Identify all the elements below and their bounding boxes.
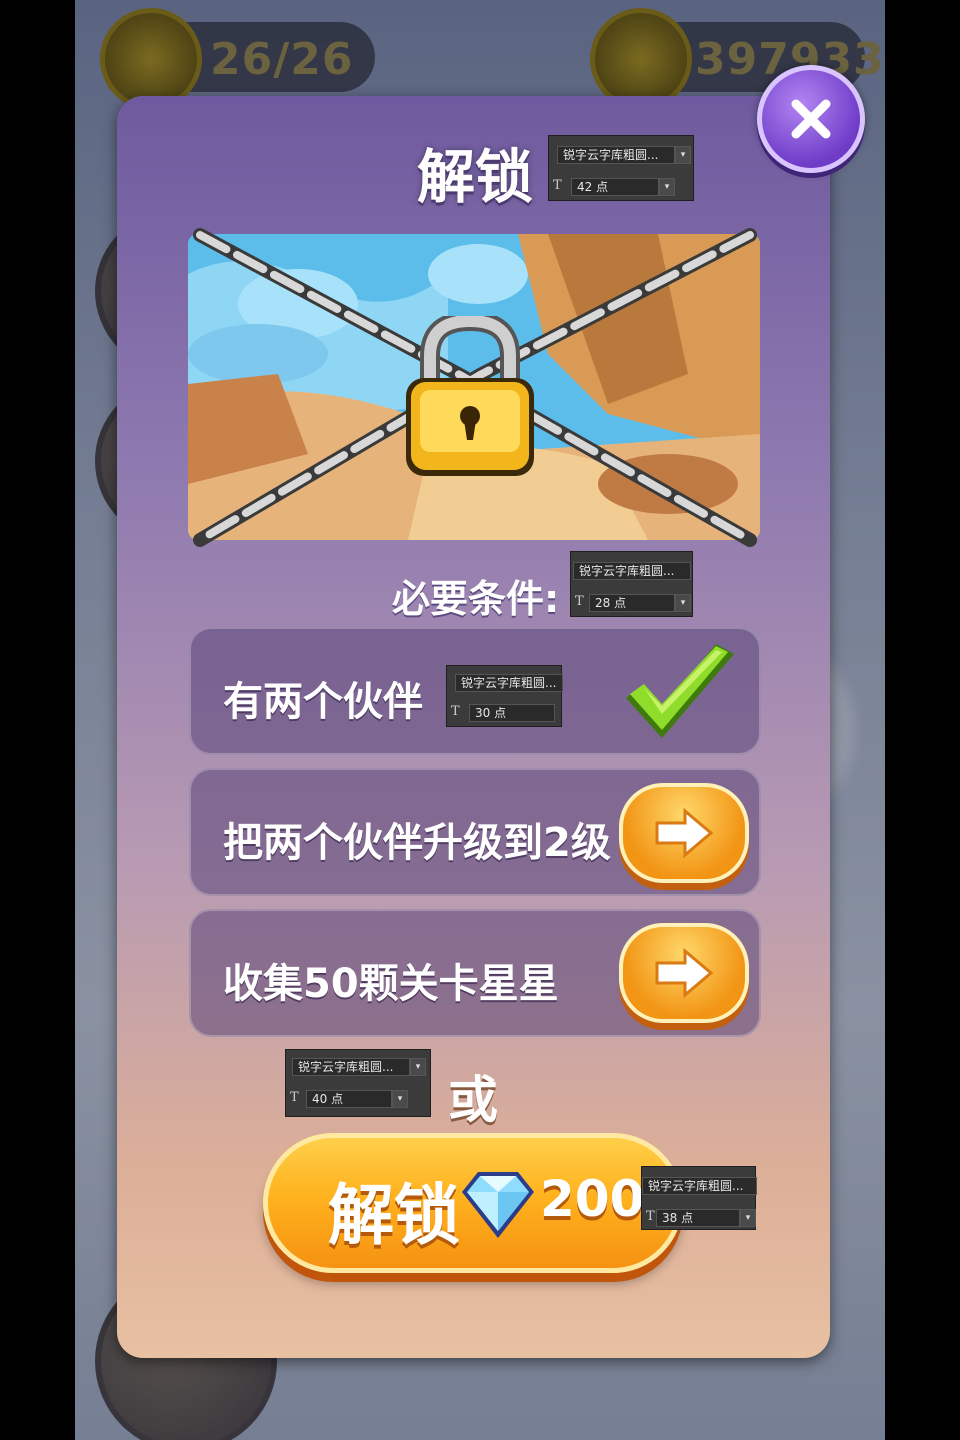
font-size-field[interactable]: 38 点 [656,1209,740,1227]
condition-text: 把两个伙伴升级到2级 [223,820,611,866]
gem-price: 200 [540,1170,645,1228]
font-family-field[interactable]: 锐字云字库粗圆... [455,674,563,692]
chevron-down-icon[interactable]: ▾ [675,146,691,164]
font-size-field[interactable]: 42 点 [571,178,659,196]
close-button[interactable] [757,65,865,173]
requirements-label: 必要条件: [392,577,560,621]
close-icon [791,99,831,139]
font-family-field[interactable]: 锐字云字库粗圆... [292,1058,410,1076]
font-size-icon: T [553,178,562,193]
gem-icon [590,8,692,110]
font-size-field[interactable]: 28 点 [589,594,675,612]
font-size-icon: T [646,1209,655,1224]
font-size-field[interactable]: 40 点 [306,1090,392,1108]
go-button[interactable] [619,783,749,883]
arrow-right-icon [655,947,714,999]
chevron-down-icon[interactable]: ▾ [675,594,691,612]
font-size-icon: T [575,594,584,609]
font-tool-panel: 锐字云字库粗圆... T 38 点 ▾ [641,1166,757,1230]
unlock-with-gems-button[interactable]: 解锁 200 [263,1133,683,1273]
font-family-field[interactable]: 锐字云字库粗圆... [642,1177,757,1195]
font-size-icon: T [290,1090,299,1105]
energy-count: 26/26 [210,34,354,85]
lightning-icon [100,8,202,110]
font-size-field[interactable]: 30 点 [469,704,555,722]
unlock-button-label: 解锁 [328,1177,460,1254]
or-label: 或 [448,1071,498,1129]
font-tool-panel: 锐字云字库粗圆... T 28 点 ▾ [570,551,693,617]
font-tool-panel: 锐字云字库粗圆... T 30 点 [446,665,563,727]
padlock-icon [406,316,534,476]
font-family-field[interactable]: 锐字云字库粗圆... [557,146,675,164]
chevron-down-icon[interactable]: ▾ [392,1090,408,1108]
font-tool-panel: 锐字云字库粗圆... ▾ T 40 点 ▾ [285,1049,431,1117]
chevron-down-icon[interactable]: ▾ [659,178,675,196]
arrow-right-icon [655,807,714,859]
font-size-icon: T [451,704,460,719]
condition-text: 收集50颗关卡星星 [223,961,559,1007]
font-family-field[interactable]: 锐字云字库粗圆... [573,562,691,580]
chevron-down-icon[interactable]: ▾ [410,1058,426,1076]
condition-text: 有两个伙伴 [223,679,423,725]
font-tool-panel: 锐字云字库粗圆... ▾ T 42 点 ▾ [548,135,694,201]
checkmark-icon [626,644,734,738]
go-button[interactable] [619,923,749,1023]
diamond-icon [462,1172,534,1238]
chevron-down-icon[interactable]: ▾ [740,1209,756,1227]
